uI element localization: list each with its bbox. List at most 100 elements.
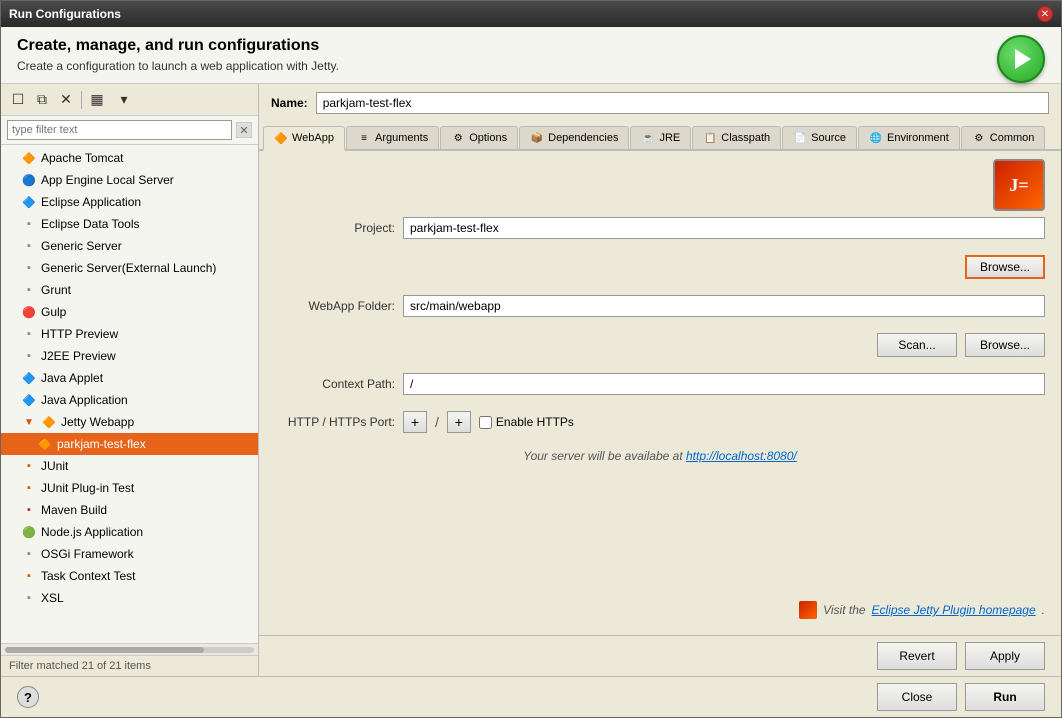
tree-item-junit[interactable]: ▪ JUnit [1,455,258,477]
generic-server-ext-icon: ▪ [21,260,37,276]
http-port-plus-button[interactable]: + [403,411,427,433]
run-button[interactable]: Run [965,683,1045,711]
tree-item-task-context-test[interactable]: ▪ Task Context Test [1,565,258,587]
tree-label: HTTP Preview [41,327,118,341]
common-tab-icon: ⚙ [972,131,986,145]
webapp-folder-row: WebApp Folder: [275,295,1045,317]
classpath-tab-icon: 📋 [703,131,717,145]
project-browse-button[interactable]: Browse... [965,255,1045,279]
filter-config-button[interactable]: ▦ [86,89,108,111]
tab-classpath-label: Classpath [721,132,770,144]
tree-item-nodejs[interactable]: 🟢 Node.js Application [1,521,258,543]
copy-config-button[interactable]: ⧉ [31,89,53,111]
options-tab-icon: ⚙ [451,131,465,145]
tree-item-jetty-webapp-group[interactable]: ▼ 🔶 Jetty Webapp [1,411,258,433]
eclipse-app-icon: 🔷 [21,194,37,210]
scrollbar[interactable] [5,647,254,653]
config-menu-button[interactable]: ▾ [110,89,138,111]
jetty-homepage-link[interactable]: Eclipse Jetty Plugin homepage [872,603,1036,617]
apache-tomcat-icon: 🔶 [21,150,37,166]
tree-item-apache-tomcat[interactable]: 🔶 Apache Tomcat [1,147,258,169]
jetty-webapp-icon: 🔶 [41,414,57,430]
revert-apply-bar: Revert Apply [259,635,1061,676]
tree-item-grunt[interactable]: ▪ Grunt [1,279,258,301]
filter-input[interactable] [7,120,232,140]
tabs-bar: 🔶 WebApp ≡ Arguments ⚙ Options 📦 Depende… [259,122,1061,151]
tab-environment[interactable]: 🌐 Environment [858,126,960,149]
tree-item-java-application[interactable]: 🔷 Java Application [1,389,258,411]
tree-item-generic-server-ext[interactable]: ▪ Generic Server(External Launch) [1,257,258,279]
tab-jre[interactable]: ☕ JRE [630,126,691,149]
context-path-input[interactable] [403,373,1045,395]
tree-label: OSGi Framework [41,547,134,561]
tree-item-app-engine[interactable]: 🔵 App Engine Local Server [1,169,258,191]
tree-item-junit-plugin[interactable]: ▪ JUnit Plug-in Test [1,477,258,499]
filter-status: Filter matched 21 of 21 items [1,655,258,676]
left-panel: ☐ ⧉ ✕ ▦ ▾ ✕ 🔶 Apache Tomcat 🔵 [1,84,259,676]
osgi-icon: ▪ [21,546,37,562]
main-content: ☐ ⧉ ✕ ▦ ▾ ✕ 🔶 Apache Tomcat 🔵 [1,84,1061,676]
project-input[interactable] [403,217,1045,239]
tree-item-xsl[interactable]: ▪ XSL [1,587,258,609]
tree-item-gulp[interactable]: 🔴 Gulp [1,301,258,323]
spacer [275,479,1045,585]
tab-dependencies-label: Dependencies [548,132,618,144]
new-config-button[interactable]: ☐ [7,89,29,111]
run-header-button[interactable] [997,35,1045,83]
webapp-folder-input[interactable] [403,295,1045,317]
close-button[interactable]: Close [877,683,957,711]
tree-item-http-preview[interactable]: ▪ HTTP Preview [1,323,258,345]
server-link[interactable]: http://localhost:8080/ [686,449,797,463]
tree-item-generic-server[interactable]: ▪ Generic Server [1,235,258,257]
tab-webapp[interactable]: 🔶 WebApp [263,126,345,151]
tab-classpath[interactable]: 📋 Classpath [692,126,781,149]
tree-item-eclipse-app[interactable]: 🔷 Eclipse Application [1,191,258,213]
tree-item-eclipse-data[interactable]: ▪ Eclipse Data Tools [1,213,258,235]
apply-button[interactable]: Apply [965,642,1045,670]
tree-label: JUnit [41,459,68,473]
tab-dependencies[interactable]: 📦 Dependencies [519,126,629,149]
tab-common[interactable]: ⚙ Common [961,126,1046,149]
enable-https-checkbox[interactable] [479,416,492,429]
tree-label: Eclipse Application [41,195,141,209]
tree-item-j2ee-preview[interactable]: ▪ J2EE Preview [1,345,258,367]
run-triangle-icon [1015,49,1031,69]
window-title: Run Configurations [9,7,121,21]
name-row: Name: [259,84,1061,122]
tab-options-label: Options [469,132,507,144]
https-port-plus-button[interactable]: + [447,411,471,433]
title-bar: Run Configurations ✕ [1,1,1061,27]
name-input[interactable] [316,92,1049,114]
context-path-row: Context Path: [275,373,1045,395]
webapp-tab-icon: 🔶 [274,131,288,145]
delete-config-button[interactable]: ✕ [55,89,77,111]
tree-label: Maven Build [41,503,107,517]
revert-button[interactable]: Revert [877,642,957,670]
tab-source[interactable]: 📄 Source [782,126,857,149]
filter-clear-button[interactable]: ✕ [236,122,252,138]
tree-item-osgi[interactable]: ▪ OSGi Framework [1,543,258,565]
enable-https-label: Enable HTTPs [479,415,574,429]
junit-plugin-icon: ▪ [21,480,37,496]
enable-https-text: Enable HTTPs [496,415,574,429]
help-button[interactable]: ? [17,686,39,708]
close-window-button[interactable]: ✕ [1037,6,1053,22]
tree-label: Java Applet [41,371,103,385]
tree-label: Generic Server(External Launch) [41,261,216,275]
grunt-icon: ▪ [21,282,37,298]
tree-item-parkjam-test-flex[interactable]: 🔶 parkjam-test-flex [1,433,258,455]
jetty-logo: J= [993,159,1045,211]
jetty-logo-text: J= [1009,175,1028,196]
webapp-folder-browse-button[interactable]: Browse... [965,333,1045,357]
tab-jre-label: JRE [659,132,680,144]
scan-button[interactable]: Scan... [877,333,957,357]
tab-arguments[interactable]: ≡ Arguments [346,126,439,149]
tree-item-maven-build[interactable]: ▪ Maven Build [1,499,258,521]
tree-item-java-applet[interactable]: 🔷 Java Applet [1,367,258,389]
tab-environment-label: Environment [887,132,949,144]
tab-options[interactable]: ⚙ Options [440,126,518,149]
footer-bar: ? Close Run [1,676,1061,717]
webapp-folder-label: WebApp Folder: [275,299,395,313]
port-slash: / [435,414,439,430]
tree-label: parkjam-test-flex [57,437,146,451]
